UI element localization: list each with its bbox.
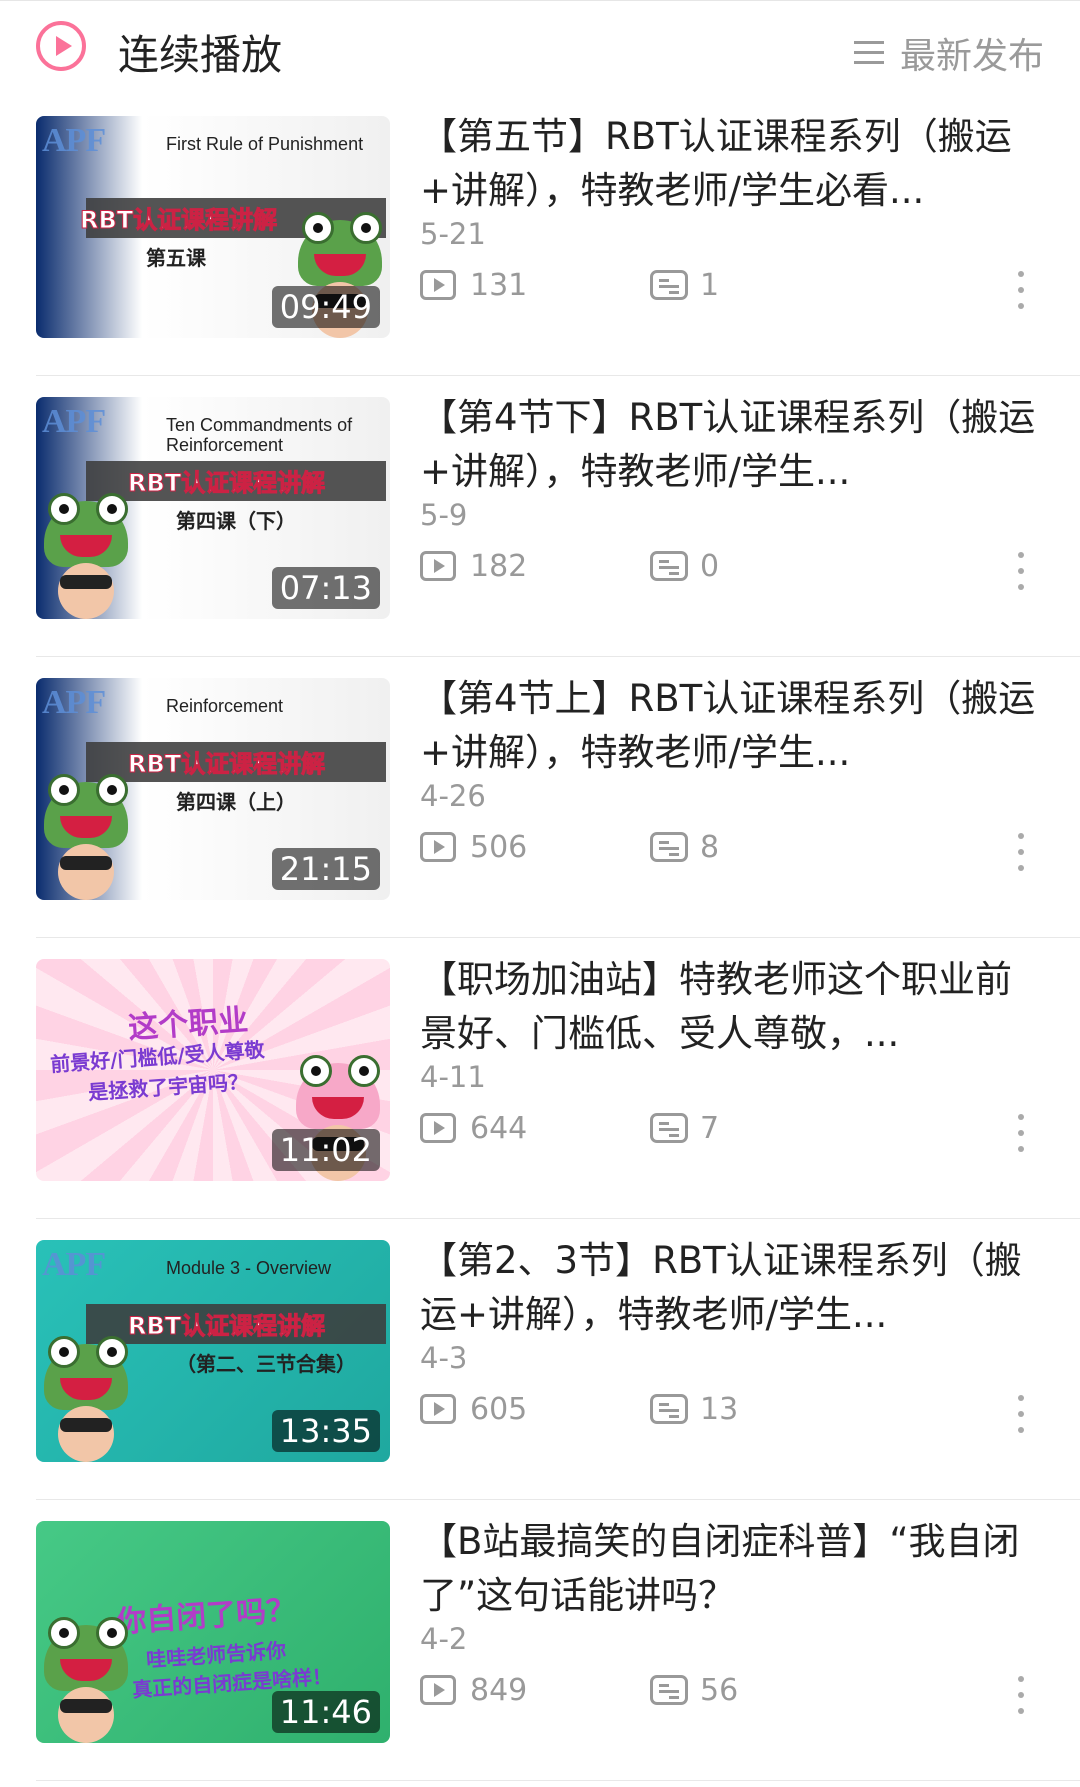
video-thumbnail[interactable]: 你自闭了吗？ 哇哇老师告诉你 真正的自闭症是啥样！ 11:46	[36, 1521, 390, 1743]
video-item[interactable]: APF Ten Commandments of Reinforcement RB…	[0, 376, 1080, 657]
play-count-icon	[420, 1394, 456, 1424]
frog-hat-avatar	[40, 774, 132, 900]
apf-logo: APF	[42, 122, 106, 159]
publish-date: 4-3	[420, 1341, 468, 1375]
play-count-icon	[420, 270, 456, 300]
danmaku-icon	[650, 270, 688, 300]
more-options-icon[interactable]	[1017, 1395, 1025, 1433]
play-count-icon	[420, 551, 456, 581]
view-count: 644	[470, 1110, 528, 1146]
video-title[interactable]: 【第4节上】RBT认证课程系列（搬运+讲解），特教老师/学生...	[420, 672, 1040, 780]
danmaku-count: 1	[700, 267, 720, 303]
video-title[interactable]: 【第五节】RBT认证课程系列（搬运+讲解），特教老师/学生必看...	[420, 110, 1040, 218]
duration-badge: 11:02	[271, 1129, 380, 1171]
thumb-main-text: RBT认证课程讲解	[127, 469, 326, 498]
view-count: 849	[470, 1672, 528, 1708]
thumb-main-text: RBT认证课程讲解	[127, 1312, 326, 1341]
view-count: 605	[470, 1391, 528, 1427]
duration-badge: 07:13	[271, 567, 380, 609]
more-options-icon[interactable]	[1017, 833, 1025, 871]
more-options-icon[interactable]	[1017, 552, 1025, 590]
thumb-main-text: RBT认证课程讲解	[127, 750, 326, 779]
play-count-icon	[420, 1113, 456, 1143]
more-options-icon[interactable]	[1017, 1676, 1025, 1714]
apf-logo: APF	[42, 403, 106, 440]
video-title[interactable]: 【第4节下】RBT认证课程系列（搬运+讲解），特教老师/学生...	[420, 391, 1040, 499]
duration-badge: 21:15	[271, 848, 380, 890]
sort-button[interactable]: 最新发布	[853, 27, 1044, 79]
video-stats: 506 8	[420, 823, 719, 871]
video-stats: 849 56	[420, 1666, 738, 1714]
apf-logo: APF	[42, 1246, 106, 1283]
thumb-sub-text: 第四课（上）	[176, 790, 296, 814]
danmaku-count: 8	[700, 829, 720, 865]
publish-date: 4-11	[420, 1060, 486, 1094]
publish-date: 5-9	[420, 498, 468, 532]
menu-lines-icon	[853, 41, 884, 65]
more-options-icon[interactable]	[1017, 271, 1025, 309]
more-options-icon[interactable]	[1017, 1114, 1025, 1152]
duration-badge: 13:35	[271, 1410, 380, 1452]
video-thumbnail[interactable]: APF Reinforcement RBT认证课程讲解 第四课（上） 21:15	[36, 678, 390, 900]
video-thumbnail[interactable]: APF Module 3 - Overview RBT认证课程讲解 （第二、三节…	[36, 1240, 390, 1462]
play-count-icon	[420, 1675, 456, 1705]
video-item[interactable]: APF Module 3 - Overview RBT认证课程讲解 （第二、三节…	[0, 1219, 1080, 1500]
video-title[interactable]: 【B站最搞笑的自闭症科普】“我自闭了”这句话能讲吗？	[420, 1515, 1040, 1623]
publish-date: 5-21	[420, 217, 486, 251]
danmaku-icon	[650, 1394, 688, 1424]
frog-hat-avatar	[40, 1617, 132, 1743]
danmaku-icon	[650, 832, 688, 862]
video-stats: 182 0	[420, 542, 719, 590]
play-count-icon	[420, 832, 456, 862]
autoplay-toggle[interactable]: 连续播放	[118, 21, 282, 81]
frog-hat-avatar	[40, 1336, 132, 1462]
video-title[interactable]: 【职场加油站】特教老师这个职业前景好、门槛低、受人尊敬，...	[420, 953, 1040, 1061]
video-item[interactable]: 你自闭了吗？ 哇哇老师告诉你 真正的自闭症是啥样！ 11:46 【B站最搞笑的自…	[0, 1500, 1080, 1781]
video-stats: 131 1	[420, 261, 719, 309]
danmaku-icon	[650, 551, 688, 581]
publish-date: 4-2	[420, 1622, 468, 1656]
thumb-main-text: 你自闭了吗？	[115, 1592, 298, 1641]
view-count: 506	[470, 829, 528, 865]
video-item[interactable]: APF Reinforcement RBT认证课程讲解 第四课（上） 21:15…	[0, 657, 1080, 938]
playlist-header: 连续播放 最新发布	[0, 0, 1080, 96]
danmaku-icon	[650, 1113, 688, 1143]
danmaku-count: 13	[700, 1391, 739, 1427]
video-item[interactable]: APF First Rule of Punishment RBT认证课程讲解 第…	[0, 95, 1080, 376]
video-title[interactable]: 【第2、3节】RBT认证课程系列（搬运+讲解），特教老师/学生...	[420, 1234, 1040, 1342]
autoplay-icon[interactable]	[36, 21, 86, 71]
thumb-slide-title: Ten Commandments of Reinforcement	[166, 415, 353, 455]
apf-logo: APF	[42, 684, 106, 721]
video-thumbnail[interactable]: 这个职业 前景好/门槛低/受人尊敬 是拯救了宇宙吗？ 11:02	[36, 959, 390, 1181]
thumb-slide-title: Module 3 - Overview	[166, 1258, 332, 1278]
thumb-main-text: RBT认证课程讲解	[79, 206, 278, 235]
danmaku-count: 7	[700, 1110, 720, 1146]
danmaku-icon	[650, 1675, 688, 1705]
danmaku-count: 0	[700, 548, 720, 584]
video-thumbnail[interactable]: APF First Rule of Punishment RBT认证课程讲解 第…	[36, 116, 390, 338]
video-item[interactable]: 这个职业 前景好/门槛低/受人尊敬 是拯救了宇宙吗？ 11:02 【职场加油站】…	[0, 938, 1080, 1219]
duration-badge: 09:49	[271, 286, 380, 328]
sort-label: 最新发布	[899, 36, 1044, 77]
thumb-sub-text: 第五课	[146, 246, 206, 270]
frog-hat-avatar	[40, 493, 132, 619]
publish-date: 4-26	[420, 779, 486, 813]
view-count: 182	[470, 548, 528, 584]
video-stats: 644 7	[420, 1104, 719, 1152]
thumb-slide-title: Reinforcement	[166, 696, 284, 716]
danmaku-count: 56	[700, 1672, 739, 1708]
video-thumbnail[interactable]: APF Ten Commandments of Reinforcement RB…	[36, 397, 390, 619]
divider	[36, 1780, 1080, 1781]
thumb-slide-title: First Rule of Punishment	[166, 134, 364, 154]
video-list: APF First Rule of Punishment RBT认证课程讲解 第…	[0, 95, 1080, 1781]
view-count: 131	[470, 267, 528, 303]
video-stats: 605 13	[420, 1385, 738, 1433]
thumb-sub-text: （第二、三节合集）	[176, 1352, 356, 1376]
thumb-sub-text: 第四课（下）	[176, 509, 296, 533]
duration-badge: 11:46	[271, 1691, 380, 1733]
